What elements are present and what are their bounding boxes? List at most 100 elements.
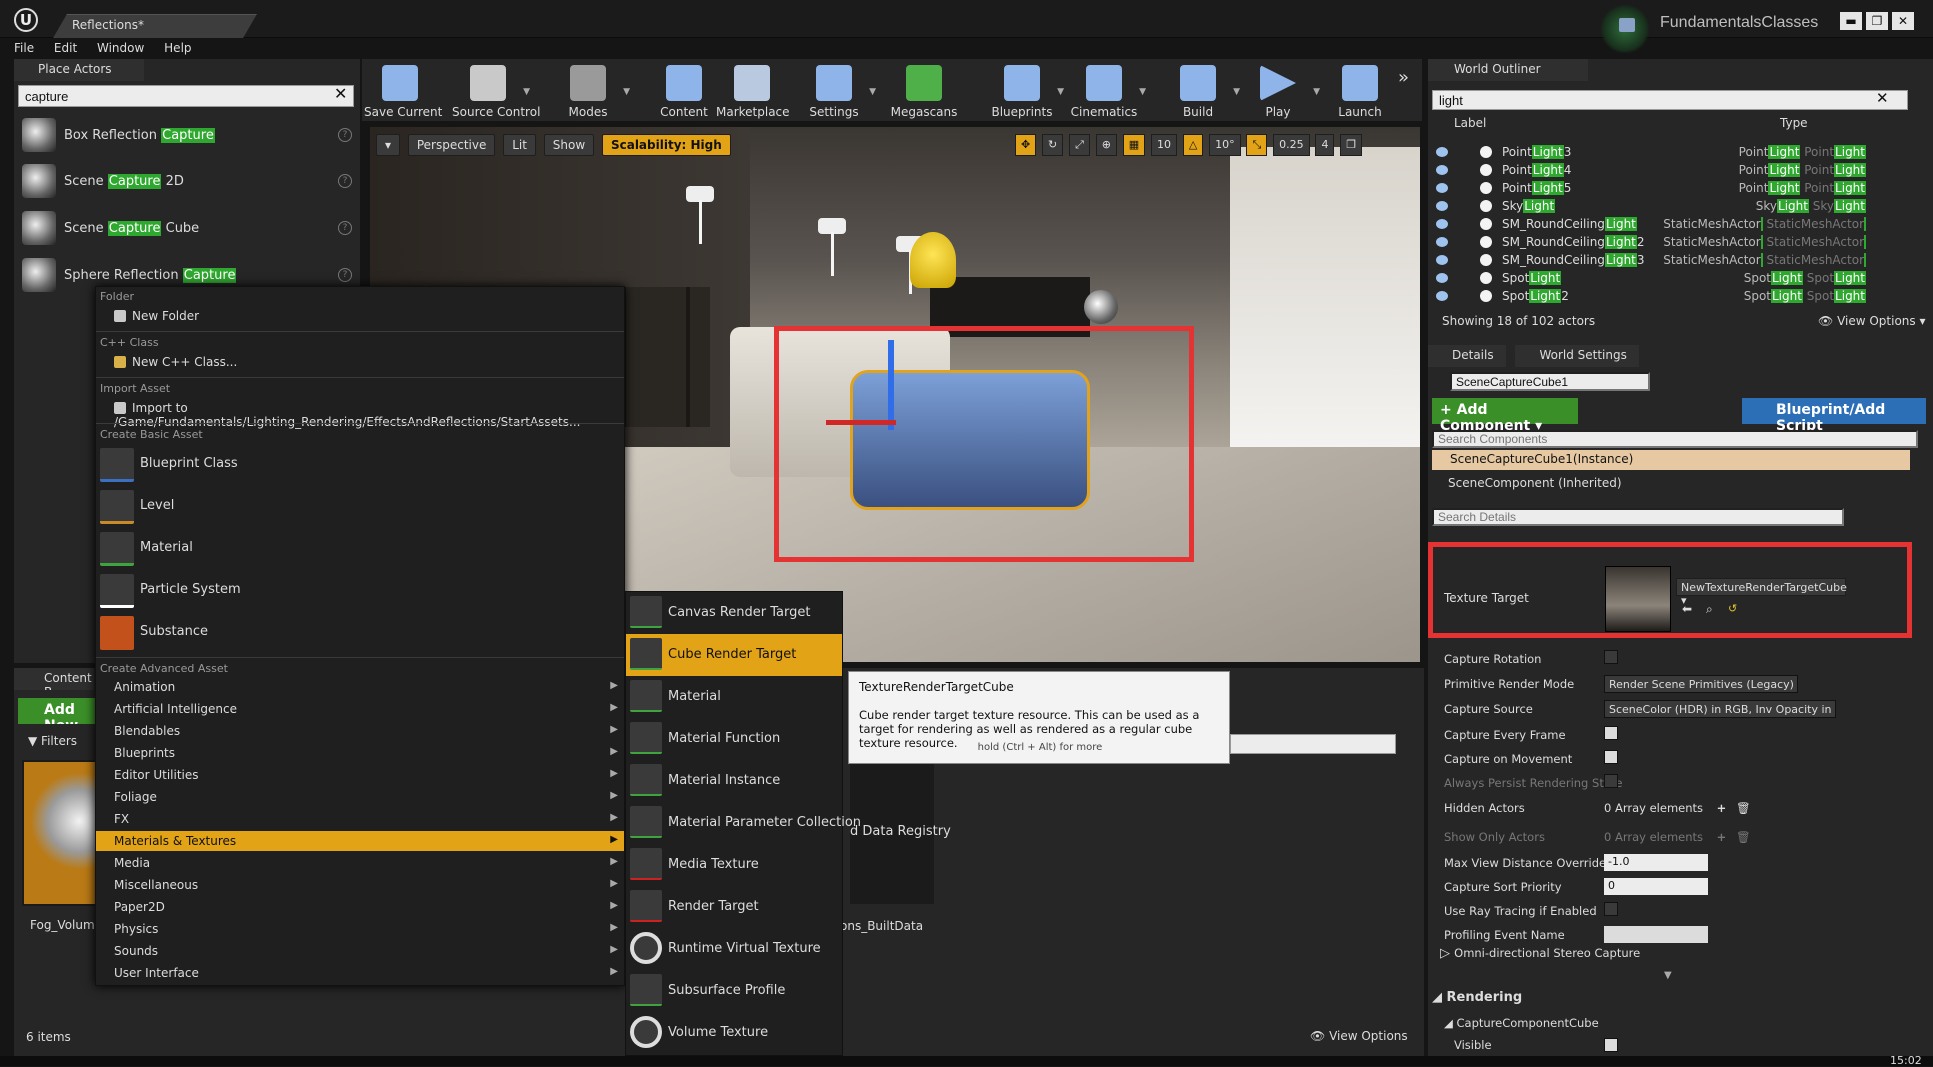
camera-speed-value[interactable]: 4 xyxy=(1315,134,1335,156)
close-icon[interactable]: ✕ xyxy=(1892,12,1914,30)
visibility-icon[interactable] xyxy=(1436,219,1448,229)
trash-icon[interactable]: 🗑 xyxy=(1736,830,1751,844)
property-checkbox[interactable] xyxy=(1604,902,1618,916)
chevron-down-icon[interactable]: ▼ xyxy=(1313,87,1320,97)
new-cpp-class-item[interactable]: New C++ Class... xyxy=(96,352,624,372)
viewport-options-button[interactable]: ▾ xyxy=(376,134,401,156)
show-button[interactable]: Show xyxy=(543,134,595,156)
reflection-capture-icon[interactable] xyxy=(1084,290,1118,324)
property-checkbox[interactable] xyxy=(1604,750,1618,764)
clear-search-icon[interactable]: ✕ xyxy=(334,84,347,103)
chevron-down-icon[interactable]: ▼ xyxy=(1139,87,1146,97)
property-checkbox[interactable] xyxy=(1604,650,1618,664)
component-tree-root[interactable]: SceneCaptureCube1(Instance) xyxy=(1432,450,1910,470)
world-outliner-tab[interactable]: World Outliner xyxy=(1428,59,1588,81)
level-item[interactable]: Level xyxy=(96,486,624,526)
place-actor-item[interactable]: Scene Capture Cube ? xyxy=(18,207,358,251)
substance-item[interactable]: Substance xyxy=(96,612,624,652)
play-button[interactable]: Play ▼ xyxy=(1242,59,1320,121)
ctx-advanced-item[interactable]: Physics ▶ xyxy=(96,919,624,939)
scale-snap-value[interactable]: 0.25 xyxy=(1273,134,1310,156)
visibility-icon[interactable] xyxy=(1436,237,1448,247)
blueprints-button[interactable]: Blueprints ▼ xyxy=(986,59,1064,121)
grid-snap-value[interactable]: 10 xyxy=(1151,134,1178,156)
translate-icon[interactable]: ✥ xyxy=(1015,134,1037,156)
chevron-down-icon[interactable]: ▼ xyxy=(869,87,876,97)
ctx-advanced-item[interactable]: Blueprints ▶ xyxy=(96,743,624,763)
perspective-button[interactable]: Perspective xyxy=(407,134,496,156)
maximize-viewport-icon[interactable]: ❐ xyxy=(1340,134,1363,156)
material-item[interactable]: Material xyxy=(96,528,624,568)
outliner-row[interactable]: PointLight3 PointLight PointLight xyxy=(1436,144,1906,162)
ctx-advanced-item[interactable]: User Interface ▶ xyxy=(96,963,624,983)
trash-icon[interactable]: 🗑 xyxy=(1736,801,1751,815)
plus-icon[interactable]: + xyxy=(1717,830,1727,844)
property-dropdown[interactable]: SceneColor (HDR) in RGB, Inv Opacity in … xyxy=(1604,700,1836,718)
capture-component-cube-section[interactable]: ◢ CaptureComponentCube xyxy=(1444,1016,1599,1030)
chevron-down-icon[interactable]: ▼ xyxy=(1233,87,1240,97)
world-icon[interactable]: ⊕ xyxy=(1095,134,1117,156)
property-checkbox[interactable] xyxy=(1604,726,1618,740)
outliner-row[interactable]: PointLight4 PointLight PointLight xyxy=(1436,162,1906,180)
outliner-row[interactable]: PointLight5 PointLight PointLight xyxy=(1436,180,1906,198)
property-number-input[interactable]: 0 xyxy=(1604,878,1708,895)
add-component-button[interactable]: + Add Component ▾ xyxy=(1432,398,1578,434)
unreal-logo-icon[interactable]: U xyxy=(14,8,38,32)
menu-help[interactable]: Help xyxy=(164,39,191,57)
blueprint-add-script-button[interactable]: Blueprint/Add Script xyxy=(1742,398,1926,434)
outliner-row[interactable]: SM_RoundCeilingLight2 StaticMeshActor Sta… xyxy=(1436,234,1906,252)
scale-icon[interactable]: ⤢ xyxy=(1069,134,1090,156)
visibility-icon[interactable] xyxy=(1436,273,1448,283)
import-item[interactable]: Import to /Game/Fundamentals/Lighting_Re… xyxy=(96,398,624,429)
property-dropdown[interactable]: Render Scene Primitives (Legacy) ▾ xyxy=(1604,675,1798,693)
submenu-item[interactable]: Media Texture xyxy=(626,844,842,886)
submenu-item[interactable]: Material Function xyxy=(626,718,842,760)
rotation-snap-value[interactable]: 10° xyxy=(1209,134,1241,156)
outliner-row[interactable]: SpotLight SpotLight SpotLight xyxy=(1436,270,1906,288)
plus-icon[interactable]: + xyxy=(1717,801,1727,815)
marketplace-button[interactable]: Marketplace xyxy=(716,59,790,121)
new-folder-item[interactable]: New Folder xyxy=(96,306,624,326)
ctx-advanced-item[interactable]: Paper2D ▶ xyxy=(96,897,624,917)
submenu-item[interactable]: Canvas Render Target xyxy=(626,592,842,634)
menu-edit[interactable]: Edit xyxy=(54,39,77,57)
ctx-advanced-item[interactable]: Miscellaneous ▶ xyxy=(96,875,624,895)
search-components-input[interactable] xyxy=(1432,430,1918,448)
ctx-advanced-item[interactable]: Animation ▶ xyxy=(96,677,624,697)
help-icon[interactable]: ? xyxy=(338,268,352,282)
minimize-icon[interactable]: ▬ xyxy=(1840,12,1862,30)
scale-snap-icon[interactable]: ⤡ xyxy=(1246,134,1268,156)
menu-file[interactable]: File xyxy=(14,39,34,57)
chevron-down-icon[interactable]: ▼ xyxy=(1057,87,1064,97)
grid-snap-icon[interactable]: ▦ xyxy=(1122,134,1146,156)
ctx-advanced-item[interactable]: Media ▶ xyxy=(96,853,624,873)
point-light-icon[interactable] xyxy=(910,232,956,288)
help-icon[interactable]: ? xyxy=(338,221,352,235)
tab-world-settings[interactable]: World Settings xyxy=(1515,345,1639,367)
submenu-item[interactable]: Render Target xyxy=(626,886,842,928)
visibility-icon[interactable] xyxy=(1436,147,1448,157)
chevron-down-icon[interactable]: ▼ xyxy=(1664,970,1672,981)
ctx-advanced-item[interactable]: Artificial Intelligence ▶ xyxy=(96,699,624,719)
help-icon[interactable]: ? xyxy=(338,128,352,142)
submenu-item[interactable]: Material xyxy=(626,676,842,718)
submenu-item[interactable]: Material Instance xyxy=(626,760,842,802)
outliner-row[interactable]: SpotLight2 SpotLight SpotLight xyxy=(1436,288,1906,306)
outliner-row[interactable]: SM_RoundCeilingLight StaticMeshActor Stat… xyxy=(1436,216,1906,234)
place-actor-item[interactable]: Box Reflection Capture ? xyxy=(18,114,358,158)
help-icon[interactable]: ? xyxy=(338,174,352,188)
settings-button[interactable]: Settings ▼ xyxy=(798,59,876,121)
property-number-input[interactable]: -1.0 xyxy=(1604,854,1708,871)
build-button[interactable]: Build ▼ xyxy=(1162,59,1240,121)
visible-checkbox[interactable] xyxy=(1604,1038,1618,1052)
property-checkbox[interactable] xyxy=(1604,774,1618,788)
label-column-header[interactable]: Label xyxy=(1454,116,1486,130)
visibility-icon[interactable] xyxy=(1436,201,1448,211)
add-new-button[interactable]: Add New xyxy=(18,698,96,724)
submenu-item-selected[interactable]: Cube Render Target xyxy=(626,634,842,676)
blueprint-class-item[interactable]: Blueprint Class xyxy=(96,444,624,484)
submenu-item[interactable]: Subsurface Profile xyxy=(626,970,842,1012)
ctx-advanced-item[interactable]: Foliage ▶ xyxy=(96,787,624,807)
visibility-icon[interactable] xyxy=(1436,165,1448,175)
visibility-icon[interactable] xyxy=(1436,291,1448,301)
